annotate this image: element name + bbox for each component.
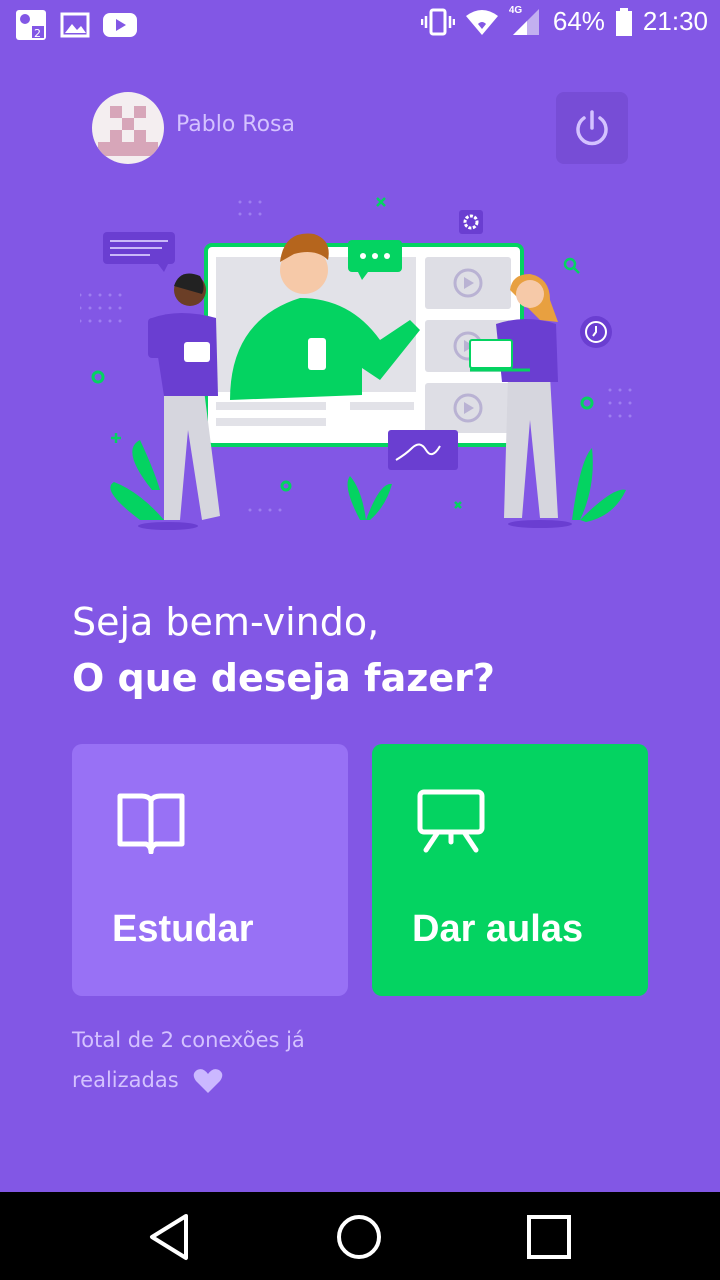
connections-line-1: Total de 2 conexões já xyxy=(72,1028,305,1052)
user-name[interactable]: Pablo Rosa xyxy=(176,112,295,137)
power-icon xyxy=(576,110,608,146)
youtube-icon xyxy=(103,13,137,37)
welcome-heading: Seja bem-vindo, O que deseja fazer? xyxy=(72,594,495,706)
heart-icon xyxy=(194,1069,223,1093)
gallery-icon xyxy=(60,12,90,38)
study-button[interactable]: Estudar xyxy=(72,744,348,996)
clock: 21:30 xyxy=(642,6,708,36)
signal-icon: 4G xyxy=(509,5,543,37)
welcome-line-2: O que deseja fazer? xyxy=(72,656,495,700)
welcome-line-1: Seja bem-vindo, xyxy=(72,600,380,644)
navigation-bar xyxy=(0,1192,720,1280)
hero-illustration xyxy=(80,197,632,530)
image-notification-icon: 2 xyxy=(16,10,46,40)
battery-percent: 64% xyxy=(552,6,605,36)
back-icon[interactable] xyxy=(146,1212,196,1262)
connections-line-2: realizadas xyxy=(72,1068,179,1092)
study-label: Estudar xyxy=(112,908,254,950)
teach-label: Dar aulas xyxy=(412,908,584,950)
presentation-icon xyxy=(417,789,485,853)
recents-icon[interactable] xyxy=(524,1212,574,1262)
total-connections: Total de 2 conexões já realizadas xyxy=(72,1020,392,1100)
battery-icon xyxy=(615,7,632,36)
system-icons: 4G 64% 21:30 xyxy=(420,5,708,37)
vibrate-icon xyxy=(420,8,455,35)
status-bar: 2 4G 64% 21:30 xyxy=(0,0,720,50)
notification-icons: 2 xyxy=(14,8,138,42)
avatar[interactable] xyxy=(92,92,164,164)
svg-text:2: 2 xyxy=(34,27,41,40)
logout-button[interactable] xyxy=(556,92,628,164)
profile-header: Pablo Rosa xyxy=(0,80,720,180)
teach-button[interactable]: Dar aulas xyxy=(372,744,648,996)
book-icon xyxy=(117,793,185,854)
wifi-icon xyxy=(465,9,498,35)
home-icon[interactable] xyxy=(334,1212,384,1262)
